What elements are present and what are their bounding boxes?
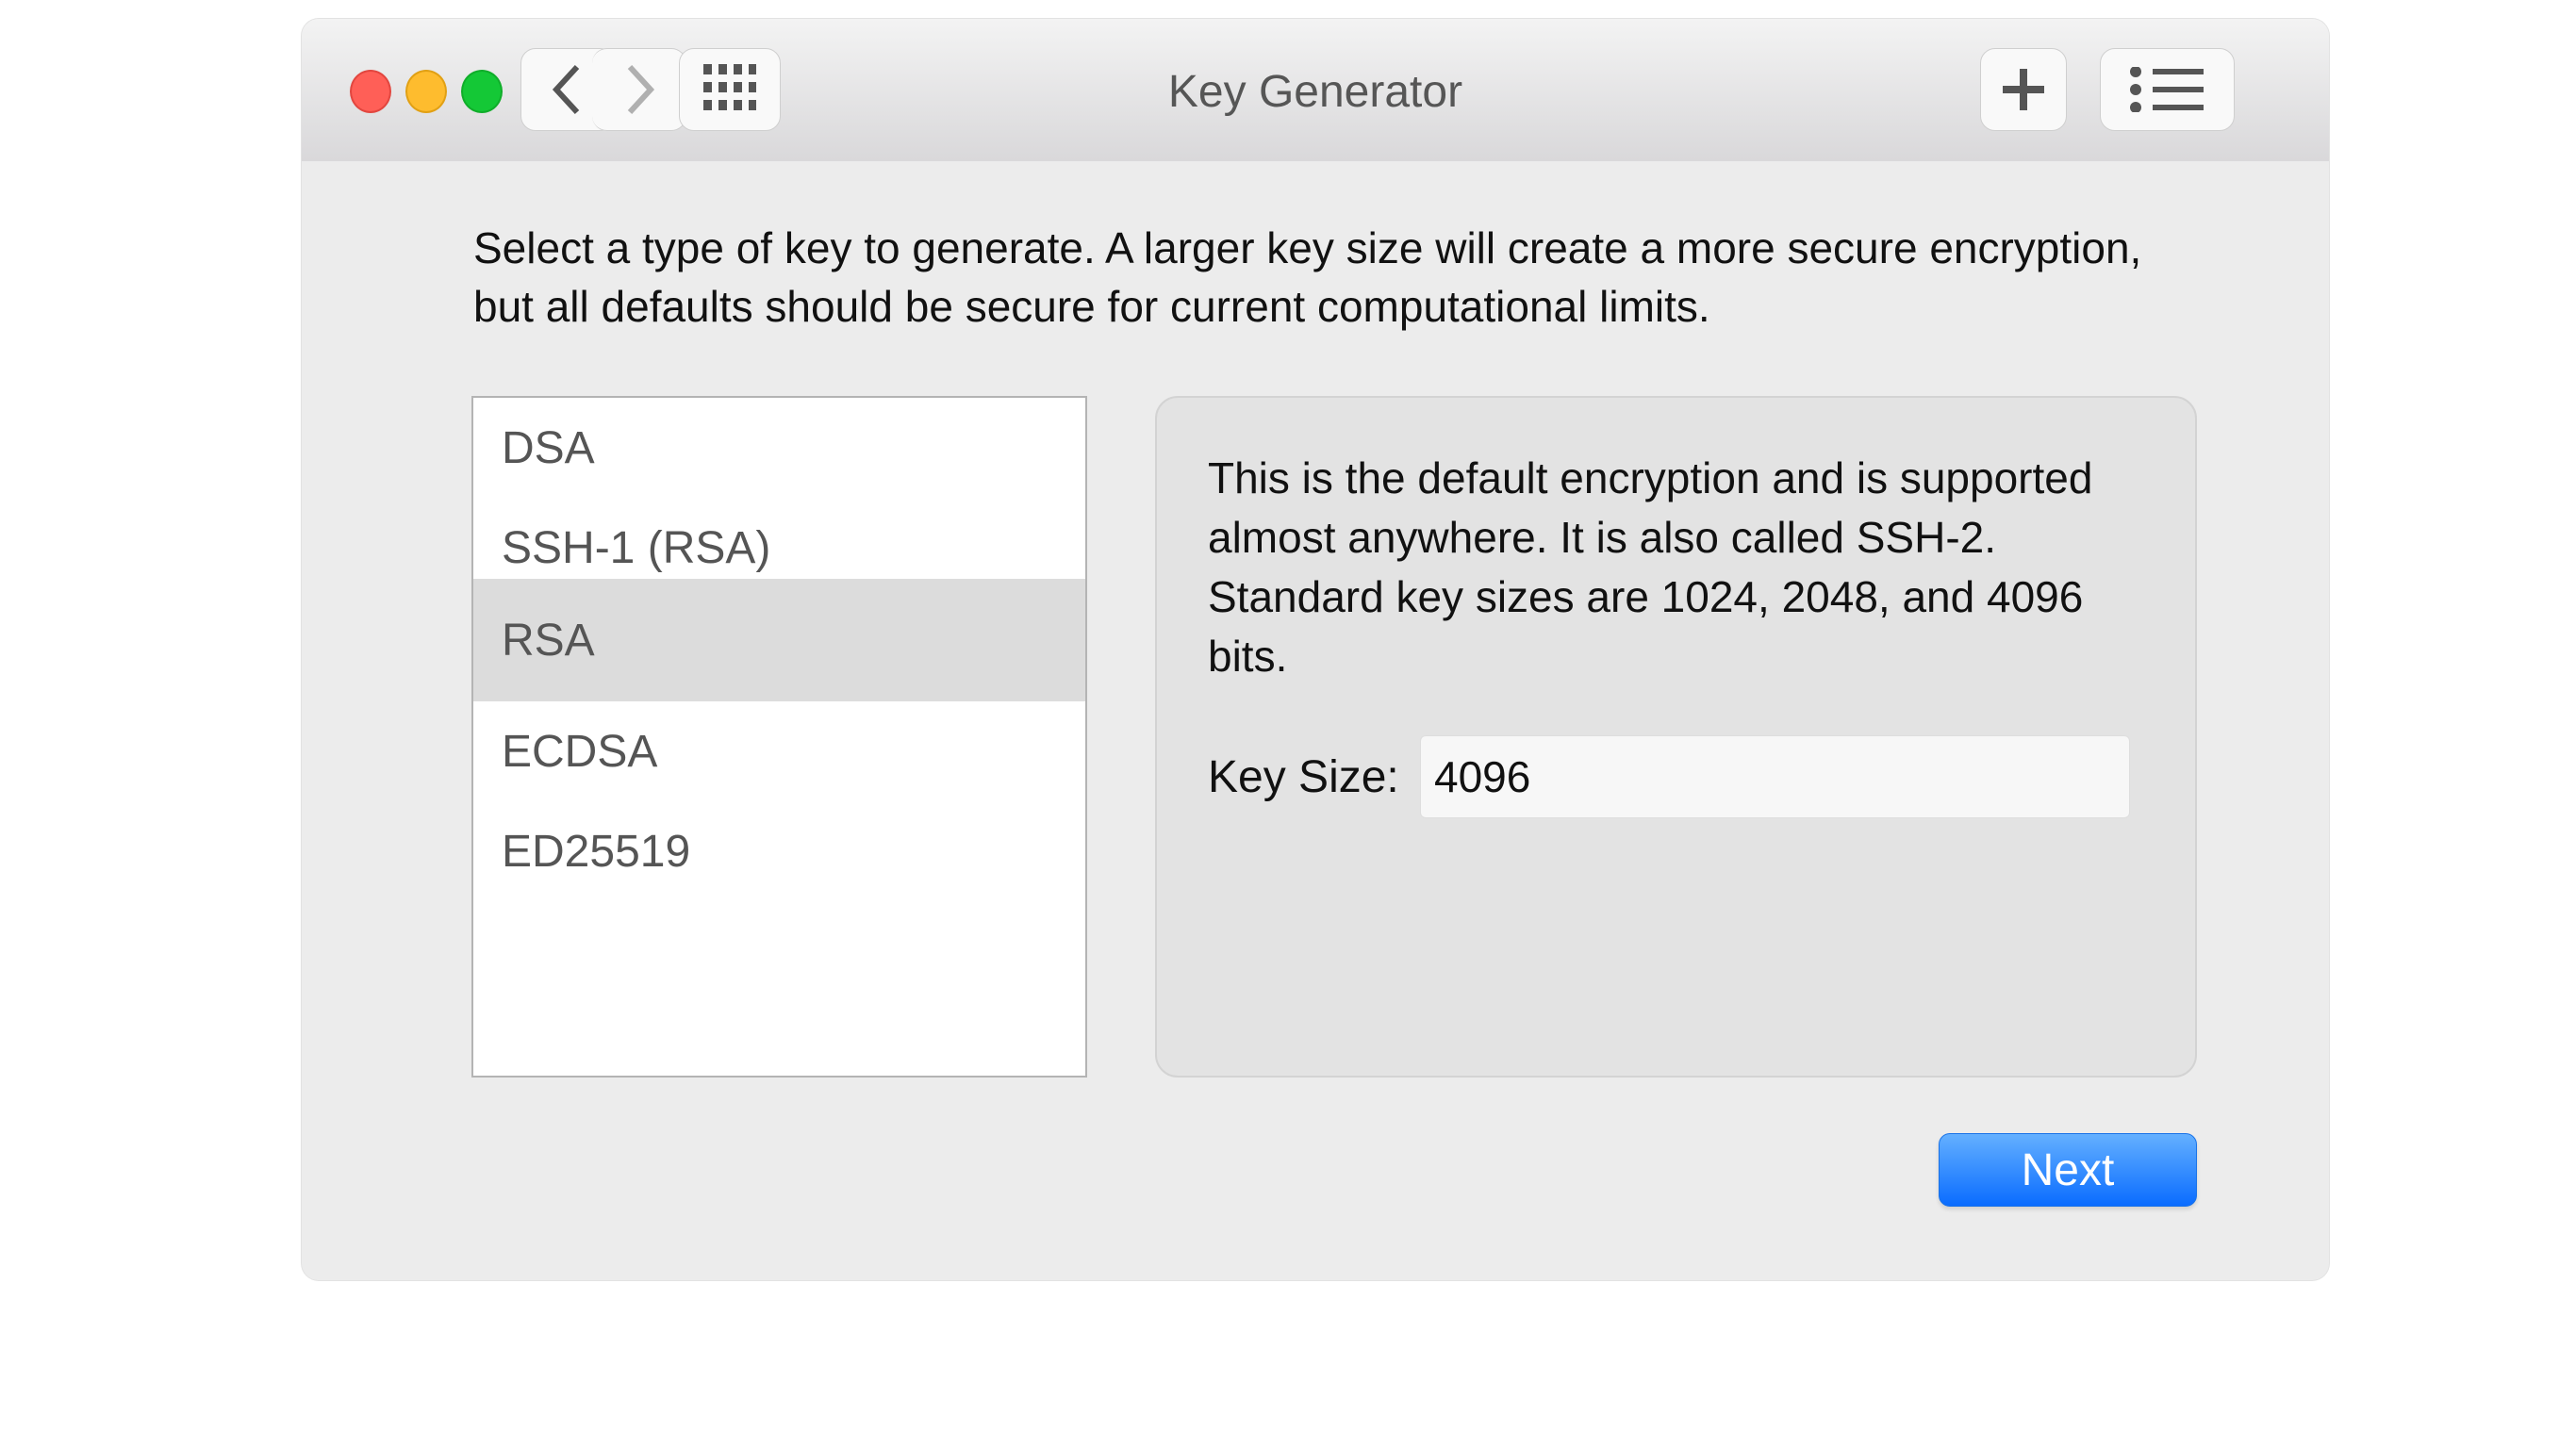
key-type-item-ecdsa[interactable]: ECDSA <box>473 701 1085 801</box>
list-item-label: ECDSA <box>502 726 658 777</box>
list-item-label: ED25519 <box>502 826 691 877</box>
key-type-item-rsa[interactable]: RSA <box>473 579 1085 701</box>
key-type-item-ed25519[interactable]: ED25519 <box>473 801 1085 901</box>
plus-icon <box>2003 69 2044 110</box>
title-bar: Key Generator <box>302 19 2329 161</box>
next-button[interactable]: Next <box>1939 1133 2197 1207</box>
instructions-text: Select a type of key to generate. A larg… <box>473 223 2142 331</box>
key-description: This is the default encryption and is su… <box>1208 453 2093 681</box>
key-type-item-dsa[interactable]: DSA <box>473 398 1085 498</box>
list-view-button[interactable] <box>2100 48 2235 131</box>
key-details-panel: This is the default encryption and is su… <box>1155 396 2197 1078</box>
key-generator-window: Key Generator Select a type of key to ge… <box>302 19 2329 1280</box>
key-size-input[interactable] <box>1420 735 2130 818</box>
list-icon <box>2129 67 2204 112</box>
key-type-list[interactable]: DSA SSH-1 (RSA) RSA ECDSA ED25519 <box>471 396 1087 1078</box>
add-button[interactable] <box>1980 48 2067 131</box>
list-item-label: RSA <box>502 615 595 666</box>
list-item-label: DSA <box>502 422 595 473</box>
key-size-label: Key Size: <box>1208 752 1399 802</box>
list-item-label: SSH-1 (RSA) <box>502 522 771 573</box>
